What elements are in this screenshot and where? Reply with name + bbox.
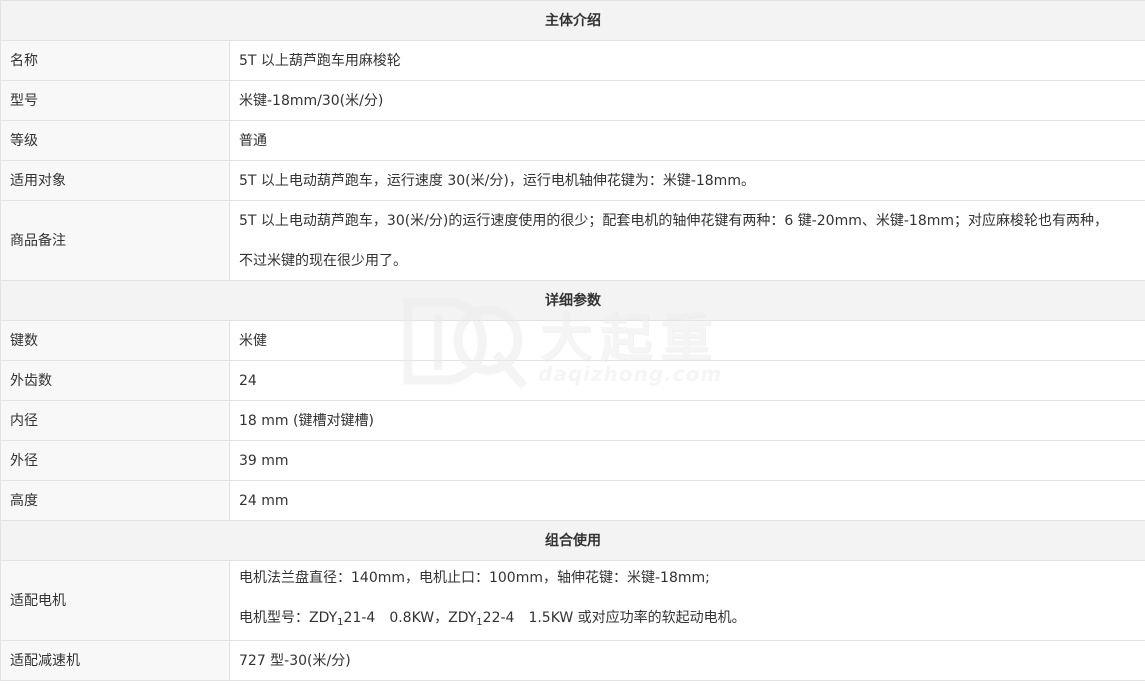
row-label-name: 名称	[0, 40, 230, 81]
motor-model-part-4: 22-4	[482, 610, 515, 626]
section-title-details: 详细参数	[0, 280, 1145, 321]
section-header-row: 组合使用	[0, 520, 1145, 561]
row-label-outer-diameter: 外径	[0, 440, 230, 481]
table-row: 内径 18 mm (键槽对键槽)	[0, 400, 1145, 441]
motor-model-part-5: 1.5KW 或对应功率的软起动电机。	[528, 610, 746, 626]
table-row: 型号 米键-18mm/30(米/分)	[0, 80, 1145, 121]
table-row: 适用对象 5T 以上电动葫芦跑车，运行速度 30(米/分)，运行电机轴伸花键为：…	[0, 160, 1145, 201]
section-title-combo: 组合使用	[0, 520, 1145, 561]
row-label-model: 型号	[0, 80, 230, 121]
row-label-inner-diameter: 内径	[0, 400, 230, 441]
row-value-grade: 普通	[229, 120, 1145, 161]
row-label-reducer: 适配减速机	[0, 640, 230, 681]
row-value-applicable: 5T 以上电动葫芦跑车，运行速度 30(米/分)，运行电机轴伸花键为：米键-18…	[229, 160, 1145, 201]
remarks-line-2: 不过米键的现在很少用了。	[239, 252, 407, 269]
table-row: 名称 5T 以上葫芦跑车用麻梭轮	[0, 40, 1145, 81]
section-title-intro: 主体介绍	[0, 0, 1145, 41]
row-value-inner-diameter: 18 mm (键槽对键槽)	[229, 400, 1145, 441]
table-row: 商品备注 5T 以上电动葫芦跑车，30(米/分)的运行速度使用的很少；配套电机的…	[0, 200, 1145, 281]
table-row: 高度 24 mm	[0, 480, 1145, 521]
motor-model-part-2: 21-4	[343, 610, 376, 626]
section-header-row: 主体介绍	[0, 0, 1145, 41]
row-label-height: 高度	[0, 480, 230, 521]
row-label-remarks: 商品备注	[0, 200, 230, 281]
table-row: 适配减速机 727 型-30(米/分)	[0, 640, 1145, 681]
section-header-row: 详细参数	[0, 280, 1145, 321]
table-row: 适配电机 电机法兰盘直径：140mm，电机止口：100mm，轴伸花键：米键-18…	[0, 560, 1145, 641]
row-value-model: 米键-18mm/30(米/分)	[229, 80, 1145, 121]
row-value-height: 24 mm	[229, 480, 1145, 521]
row-value-name: 5T 以上葫芦跑车用麻梭轮	[229, 40, 1145, 81]
motor-model-part-3: 0.8KW，ZDY	[389, 610, 477, 626]
motor-line-1: 电机法兰盘直径：140mm，电机止口：100mm，轴伸花键：米键-18mm;	[239, 570, 710, 586]
row-value-motor: 电机法兰盘直径：140mm，电机止口：100mm，轴伸花键：米键-18mm; 电…	[229, 560, 1145, 641]
row-label-applicable: 适用对象	[0, 160, 230, 201]
table-row: 键数 米健	[0, 320, 1145, 361]
row-value-key-count: 米健	[229, 320, 1145, 361]
product-spec-table: 主体介绍 名称 5T 以上葫芦跑车用麻梭轮 型号 米键-18mm/30(米/分)…	[0, 0, 1145, 681]
row-value-outer-diameter: 39 mm	[229, 440, 1145, 481]
row-value-reducer: 727 型-30(米/分)	[229, 640, 1145, 681]
row-label-teeth: 外齿数	[0, 360, 230, 401]
table-row: 外齿数 24	[0, 360, 1145, 401]
motor-line-2: 电机型号：ZDY121-4 0.8KW，ZDY122-4 1.5KW 或对应功率的软…	[239, 608, 1136, 633]
row-value-remarks: 5T 以上电动葫芦跑车，30(米/分)的运行速度使用的很少；配套电机的轴伸花键有…	[229, 200, 1145, 281]
remarks-line-1: 5T 以上电动葫芦跑车，30(米/分)的运行速度使用的很少；配套电机的轴伸花键有…	[239, 212, 1109, 229]
row-label-motor: 适配电机	[0, 560, 230, 641]
row-label-key-count: 键数	[0, 320, 230, 361]
row-value-teeth: 24	[229, 360, 1145, 401]
table-row: 外径 39 mm	[0, 440, 1145, 481]
motor-model-prefix: 电机型号：ZDY	[239, 610, 338, 626]
row-label-grade: 等级	[0, 120, 230, 161]
table-row: 等级 普通	[0, 120, 1145, 161]
